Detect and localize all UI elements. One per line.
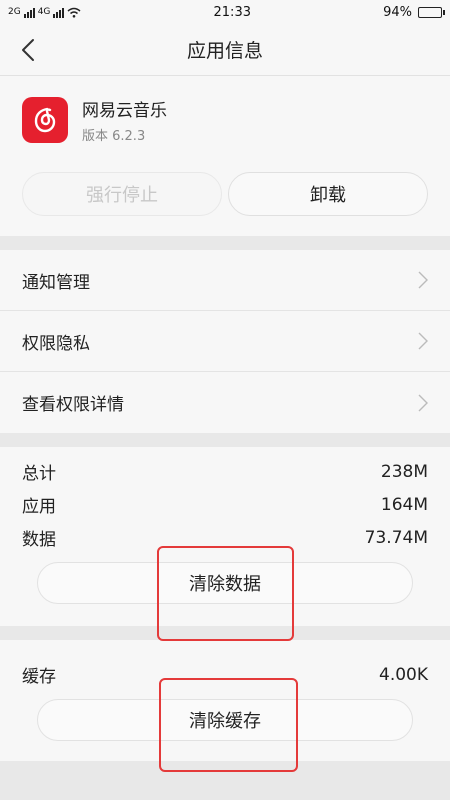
chevron-right-icon [418,394,428,411]
data-size-label: 数据 [22,530,56,550]
network-type-1: 2G [8,7,21,17]
cache-label: 缓存 [22,667,56,687]
chevron-right-icon [418,271,428,289]
title-bar: 应用信息 [0,24,450,76]
permission-privacy-item[interactable]: 权限隐私 [0,311,450,372]
app-card: 网易云音乐 版本 6.2.3 强行停止 卸载 [0,76,450,236]
page-title: 应用信息 [186,40,263,62]
total-label: 总计 [22,464,56,484]
notification-management-item[interactable]: 通知管理 [0,250,450,311]
battery-percent: 94% [383,4,412,20]
section-divider [0,761,450,800]
force-stop-button[interactable]: 强行停止 [22,172,222,216]
list-item-label: 权限隐私 [22,333,90,354]
section-divider [0,236,450,250]
app-size-value: 164M [380,494,428,515]
cache-row: 缓存 4.00K [22,658,428,691]
chevron-left-icon [22,39,34,61]
clear-data-button[interactable]: 清除数据 [37,562,413,604]
netease-music-icon [22,97,68,143]
settings-list: 通知管理 权限隐私 查看权限详情 [0,250,450,433]
action-buttons: 强行停止 卸载 [22,172,428,216]
app-size-label: 应用 [22,497,56,517]
chevron-right-icon [418,332,428,350]
list-item-label: 查看权限详情 [22,395,124,415]
back-button[interactable] [12,34,44,66]
battery-icon [418,6,445,18]
data-size-value: 73.74M [364,527,428,548]
cache-value: 4.00K [379,664,428,685]
app-info-screen: 2G 4G 21:33 94% 应用信息 网易云音乐 版本 6.2.3 强行停止… [0,0,450,800]
signal-icon [23,7,35,18]
app-size-row: 应用 164M [22,488,428,521]
network-indicators: 2G 4G [8,7,81,18]
network-type-2: 4G [37,7,51,17]
cache-section: 缓存 4.00K 清除缓存 [0,640,450,761]
uninstall-button[interactable]: 卸载 [228,172,428,216]
total-value: 238M [380,461,428,482]
app-text: 网易云音乐 版本 6.2.3 [82,96,167,144]
clock: 21:33 [213,4,251,20]
clear-cache-button[interactable]: 清除缓存 [37,699,413,741]
signal-icon-2 [53,7,65,18]
app-row: 网易云音乐 版本 6.2.3 [22,96,428,144]
wifi-icon [67,7,81,18]
data-size-row: 数据 73.74M [22,521,428,554]
list-item-label: 通知管理 [22,272,90,293]
app-name: 网易云音乐 [82,101,167,121]
battery-area: 94% [383,4,445,20]
section-divider [0,626,450,640]
permission-details-item[interactable]: 查看权限详情 [0,372,450,433]
section-divider [0,433,450,447]
music-logo-icon [34,107,56,133]
storage-section: 总计 238M 应用 164M 数据 73.74M 清除数据 [0,447,450,626]
app-version: 版本 6.2.3 [82,129,146,144]
status-bar: 2G 4G 21:33 94% [0,0,450,24]
total-row: 总计 238M [22,455,428,488]
